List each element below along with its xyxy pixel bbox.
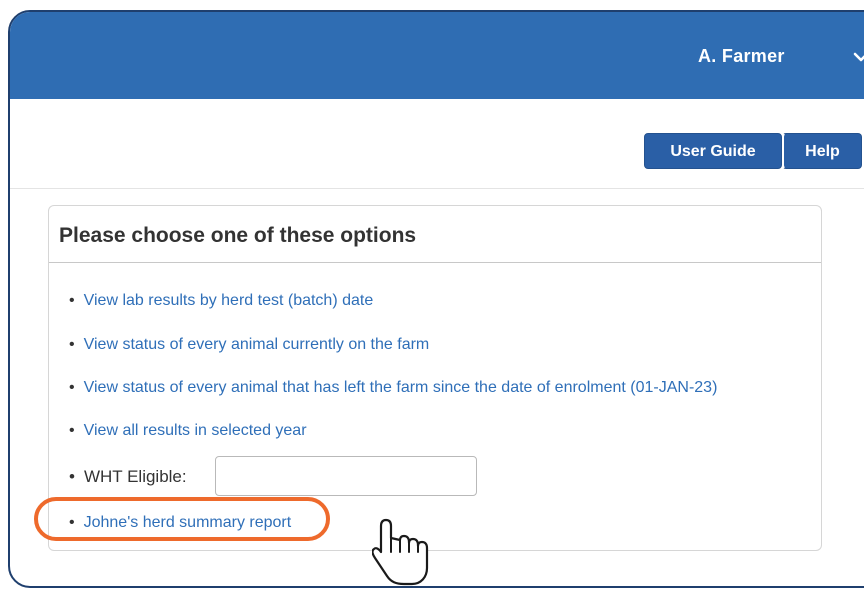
bullet: •	[69, 336, 75, 353]
wht-eligible-input[interactable]	[215, 456, 477, 496]
top-navigation-bar: A. Farmer	[10, 12, 864, 99]
divider	[10, 188, 864, 189]
highlight-ring	[34, 497, 330, 541]
option-lab-results-link[interactable]: • View lab results by herd test (batch) d…	[69, 292, 373, 310]
wht-eligible-label: WHT Eligible:	[83, 467, 187, 486]
option-label[interactable]: View lab results by herd test (batch) da…	[84, 292, 374, 309]
option-label[interactable]: View status of every animal that has lef…	[84, 379, 718, 396]
option-left-animals-link[interactable]: • View status of every animal that has le…	[69, 379, 717, 397]
hand-pointer-icon	[372, 518, 429, 586]
option-label[interactable]: View status of every animal currently on…	[84, 336, 430, 353]
user-name[interactable]: A. Farmer	[698, 46, 785, 67]
chevron-down-icon[interactable]	[852, 48, 864, 66]
user-guide-button[interactable]: User Guide	[644, 133, 782, 169]
option-current-animals-link[interactable]: • View status of every animal currently o…	[69, 336, 429, 354]
bullet: •	[69, 292, 75, 309]
option-label[interactable]: View all results in selected year	[84, 422, 307, 439]
wht-eligible-item: • WHT Eligible:	[69, 467, 187, 487]
panel-title: Please choose one of these options	[59, 224, 417, 247]
option-year-results-link[interactable]: • View all results in selected year	[69, 422, 307, 440]
bullet: •	[69, 467, 75, 486]
panel-header: Please choose one of these options	[49, 206, 821, 263]
bullet: •	[69, 422, 75, 439]
bullet: •	[69, 379, 75, 396]
help-button[interactable]: Help	[782, 133, 862, 169]
